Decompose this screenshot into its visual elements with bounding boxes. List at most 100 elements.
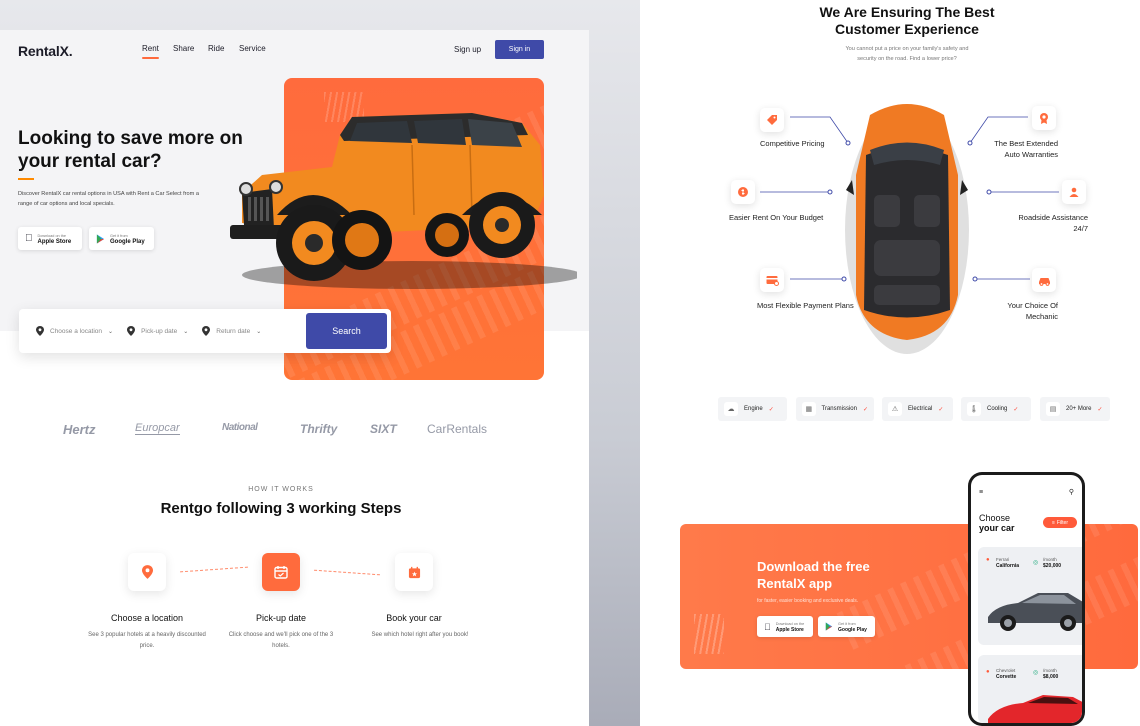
- transmission-icon: ▦: [802, 402, 816, 416]
- location-select[interactable]: Choose a location ⌄: [36, 326, 113, 336]
- check-icon: ✓: [1097, 406, 1103, 413]
- person-icon: [1069, 187, 1079, 197]
- check-icon: ✓: [862, 406, 868, 413]
- connector-line: [986, 189, 1059, 195]
- features-title: We Are Ensuring The Best Customer Experi…: [819, 4, 995, 37]
- money-icon: [738, 187, 748, 197]
- price-label: /month: [1043, 668, 1057, 673]
- check-icon: ✓: [768, 406, 774, 413]
- feature-roadside-assistance: Roadside Assistance 24/7: [1018, 213, 1088, 233]
- nav-rent[interactable]: Rent: [142, 44, 159, 59]
- award-badge-icon: [1040, 113, 1048, 124]
- signup-link[interactable]: Sign up: [454, 45, 481, 54]
- step-1-title: Choose a location: [110, 613, 184, 623]
- chip-electrical[interactable]: ⚠ Electrical ✓: [882, 397, 953, 421]
- brand-thrifty: Thrifty: [300, 422, 338, 436]
- check-icon: ✓: [1013, 406, 1019, 413]
- feature-flexible-payment: Most Flexible Payment Plans: [757, 301, 854, 310]
- chip-more[interactable]: ▤ 20+ More ✓: [1040, 397, 1110, 421]
- step-pickup-icon-box[interactable]: [262, 553, 300, 591]
- step-3-title: Book your car: [386, 613, 442, 623]
- google-play-icon: [96, 234, 105, 243]
- step-book-icon-box[interactable]: [395, 553, 433, 591]
- how-it-works-title: Rentgo following 3 working Steps: [160, 500, 402, 517]
- step-1-desc: See 3 popular hotels at a heavily discou…: [88, 632, 206, 649]
- phone-title-line1: Choose: [979, 513, 1011, 523]
- car-icon: [1038, 277, 1050, 286]
- banner-google-play-button[interactable]: Get it from Google Play: [818, 616, 875, 637]
- calendar-icon: [274, 566, 288, 579]
- price-icon: ◎: [1033, 560, 1039, 566]
- search-icon[interactable]: ⚲: [1069, 488, 1074, 496]
- nav-share[interactable]: Share: [173, 44, 194, 53]
- car-model: Corvette: [996, 674, 1017, 680]
- phone-title-line2: your car: [979, 523, 1015, 533]
- car-icon: ●: [986, 669, 990, 675]
- logo[interactable]: RentalX.: [18, 43, 73, 59]
- filter-button[interactable]: ≡ Filter: [1043, 517, 1077, 528]
- brand-europcar: Europcar: [135, 422, 180, 435]
- chevron-down-icon: ⌄: [183, 328, 189, 335]
- pickup-date-select[interactable]: Pick-up date ⌄: [127, 326, 188, 336]
- search-button[interactable]: Search: [306, 313, 387, 349]
- car-card[interactable]: ● Chevrolet Corvette ◎ /month $8,000: [978, 655, 1082, 723]
- chip-transmission-label: Transmission: [821, 406, 857, 412]
- chip-transmission[interactable]: ▦ Transmission ✓: [796, 397, 874, 421]
- database-icon: ▤: [1046, 402, 1060, 416]
- feature-choice-of-mechanic: Your Choice Of Mechanic: [1007, 301, 1058, 321]
- menu-icon[interactable]: ≡: [979, 489, 983, 496]
- car-image: [988, 695, 1082, 723]
- location-placeholder: Choose a location: [50, 327, 103, 335]
- brand-logos: Hertz Europcar National Thrifty SIXT Car…: [0, 422, 589, 442]
- location-pin-icon: [141, 565, 153, 579]
- hero-title: Looking to save more on your rental car?: [18, 128, 243, 172]
- location-pin-icon: [36, 326, 44, 336]
- chevron-down-icon: ⌄: [108, 328, 114, 335]
- google-play-button[interactable]: Get it from Google Play: [89, 227, 154, 250]
- brand-hertz: Hertz: [63, 422, 96, 437]
- return-date-select[interactable]: Return date ⌄: [202, 326, 261, 336]
- chip-cooling-label: Cooling: [987, 406, 1008, 412]
- apple-icon: : [764, 622, 771, 632]
- feature-easier-rent: Easier Rent On Your Budget: [729, 213, 824, 222]
- price-label: /month: [1043, 557, 1057, 562]
- connector-line: [972, 276, 1030, 282]
- price-tag-icon: [767, 115, 777, 125]
- car-model: California: [996, 563, 1020, 569]
- brand-carrentals: CarRentals: [427, 422, 488, 436]
- brand-national: National: [222, 422, 258, 433]
- car-card[interactable]: ● Ferrari California ◎ /month $20,000: [978, 547, 1082, 645]
- phone-screen: ≡ ⚲ Choose your car ≡ Filter ● Ferrari Ca…: [971, 475, 1082, 723]
- filter-icon: ≡: [1051, 519, 1055, 526]
- chip-engine[interactable]: ☁ Engine ✓: [718, 397, 787, 421]
- apple-icon: : [25, 233, 33, 244]
- connector-line: [790, 276, 847, 282]
- car-icon: ●: [986, 557, 990, 563]
- location-pin-icon: [202, 326, 211, 336]
- car-image: [988, 593, 1082, 631]
- banner-apple-store-button[interactable]:  Download on theApple Store: [757, 616, 813, 637]
- pricing-tag-icon-box: [760, 108, 784, 132]
- features-subtitle: You cannot put a price on your family's …: [845, 46, 969, 62]
- banner-apple-label: Apple Store: [769, 626, 804, 633]
- hero-accent-bar: [18, 178, 34, 180]
- check-icon: ✓: [938, 406, 944, 413]
- credit-card-icon: [766, 275, 779, 286]
- search-bar: Choose a location ⌄ Pick-up date ⌄ Retur…: [19, 309, 391, 353]
- budget-icon-box: [731, 180, 755, 204]
- banner-google-label: Google Play: [838, 626, 867, 633]
- chip-cooling[interactable]: 🌡 Cooling ✓: [961, 397, 1031, 421]
- car-price: $8,000: [1043, 674, 1059, 680]
- apple-store-label: Apple Store: [30, 238, 72, 245]
- step-2-desc: Click choose and we'll pick one of the 3…: [228, 632, 334, 649]
- nav-ride[interactable]: Ride: [208, 44, 224, 53]
- jeep-image: [230, 113, 577, 289]
- nav-service[interactable]: Service: [239, 44, 266, 53]
- step-2-title: Pick-up date: [255, 613, 307, 623]
- google-play-label: Google Play: [110, 238, 145, 245]
- location-pin-icon: [127, 326, 136, 336]
- filter-label: Filter: [1056, 519, 1069, 526]
- signin-button[interactable]: Sign in: [495, 40, 544, 59]
- step-location-icon-box[interactable]: [128, 553, 166, 591]
- apple-store-button[interactable]:  Download on theApple Store: [18, 227, 82, 250]
